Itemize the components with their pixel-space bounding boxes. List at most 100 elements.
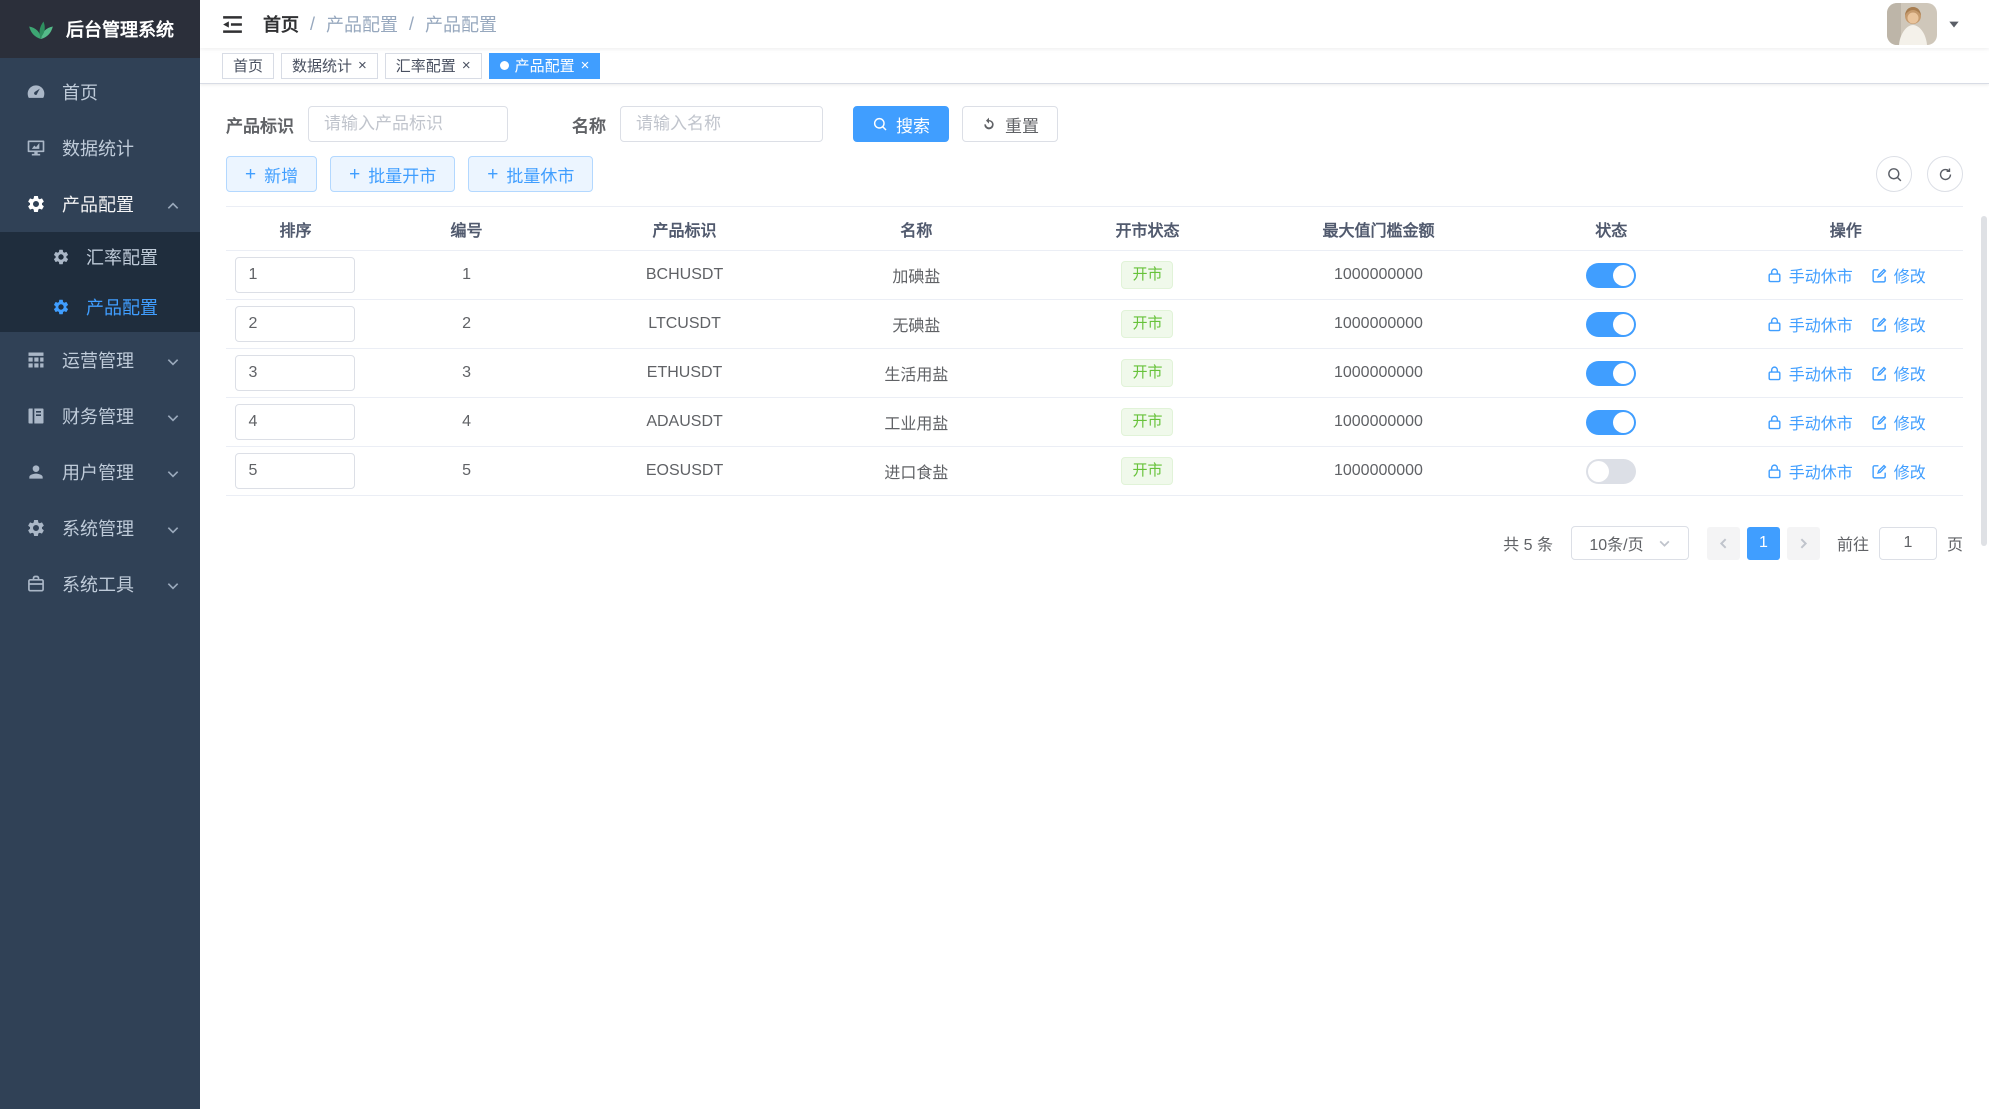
sidebar-item-product-config[interactable]: 产品配置 — [0, 176, 200, 232]
next-page-button[interactable] — [1787, 527, 1820, 560]
sidebar-item-product-config-sub[interactable]: 产品配置 — [0, 282, 200, 332]
search-button[interactable]: 搜索 — [853, 106, 949, 142]
chevron-down-icon — [166, 353, 180, 367]
manual-close-market-link[interactable]: 手动休市 — [1766, 361, 1853, 385]
product-id-input[interactable] — [308, 106, 508, 142]
table-row: 3 ETHUSDT 生活用盐 开市 1000000000 手动休市 修改 — [226, 349, 1963, 398]
sidebar-item-label: 运营管理 — [62, 347, 134, 373]
tab-label: 汇率配置 — [396, 55, 456, 76]
refresh-table-button[interactable] — [1927, 156, 1963, 192]
sort-input[interactable] — [235, 257, 355, 293]
sidebar-item-finance[interactable]: 财务管理 — [0, 388, 200, 444]
page-size-select[interactable]: 10条/页 — [1571, 526, 1689, 560]
tab-product-config[interactable]: 产品配置 × — [489, 53, 601, 79]
sidebar-fold-icon[interactable] — [220, 12, 245, 37]
app-logo[interactable]: 后台管理系统 — [0, 0, 200, 58]
sort-input[interactable] — [235, 306, 355, 342]
market-status-badge: 开市 — [1121, 261, 1173, 289]
edit-link[interactable]: 修改 — [1871, 312, 1926, 336]
name-label: 名称 — [572, 112, 606, 137]
market-status-badge: 开市 — [1121, 310, 1173, 338]
symbol-cell: ADAUSDT — [568, 398, 801, 447]
tab-statistics[interactable]: 数据统计 × — [281, 53, 378, 79]
tab-rate-config[interactable]: 汇率配置 × — [385, 53, 482, 79]
sidebar-item-users[interactable]: 用户管理 — [0, 444, 200, 500]
edit-link[interactable]: 修改 — [1871, 263, 1926, 287]
market-status-badge: 开市 — [1121, 408, 1173, 436]
plus-icon: + — [245, 165, 256, 184]
close-icon[interactable]: × — [462, 58, 471, 73]
manual-close-market-link[interactable]: 手动休市 — [1766, 459, 1853, 483]
pagination-total: 共 5 条 — [1503, 531, 1553, 555]
sidebar-item-label: 首页 — [62, 79, 98, 105]
code-cell: 5 — [365, 447, 568, 496]
product-table: 排序 编号 产品标识 名称 开市状态 最大值门槛金额 状态 操作 1 BCHUS… — [226, 206, 1963, 496]
breadcrumb-separator: / — [409, 14, 414, 35]
status-toggle[interactable] — [1586, 263, 1636, 288]
reset-button[interactable]: 重置 — [962, 106, 1058, 142]
plant-logo-icon — [26, 14, 56, 44]
edit-icon — [1871, 365, 1888, 382]
lock-icon — [1766, 267, 1783, 284]
manual-close-market-link[interactable]: 手动休市 — [1766, 263, 1853, 287]
status-toggle[interactable] — [1586, 410, 1636, 435]
tab-home[interactable]: 首页 — [222, 53, 274, 79]
sidebar-item-label: 汇率配置 — [86, 244, 158, 270]
manual-close-market-link[interactable]: 手动休市 — [1766, 312, 1853, 336]
product-id-label: 产品标识 — [226, 112, 294, 137]
breadcrumb-level2: 产品配置 — [425, 11, 497, 37]
sort-input[interactable] — [235, 453, 355, 489]
status-toggle[interactable] — [1586, 361, 1636, 386]
scrollbar-thumb[interactable] — [1981, 216, 1987, 546]
gear-icon — [52, 298, 70, 316]
sidebar-item-operations[interactable]: 运营管理 — [0, 332, 200, 388]
close-icon[interactable]: × — [358, 58, 367, 73]
chevron-down-icon — [1658, 537, 1671, 550]
edit-icon — [1871, 267, 1888, 284]
edit-link[interactable]: 修改 — [1871, 410, 1926, 434]
column-header-max-threshold: 最大值门槛金额 — [1263, 207, 1494, 251]
search-icon — [872, 116, 888, 132]
sidebar-item-statistics[interactable]: 数据统计 — [0, 120, 200, 176]
batch-close-market-button[interactable]: + 批量休市 — [468, 156, 593, 192]
column-header-market-status: 开市状态 — [1032, 207, 1263, 251]
name-cell: 生活用盐 — [801, 349, 1032, 398]
manual-close-market-link[interactable]: 手动休市 — [1766, 410, 1853, 434]
status-toggle[interactable] — [1586, 312, 1636, 337]
sidebar-item-system[interactable]: 系统管理 — [0, 500, 200, 556]
goto-label: 前往 — [1837, 531, 1869, 555]
page-unit-label: 页 — [1947, 531, 1963, 555]
column-header-code: 编号 — [365, 207, 568, 251]
column-header-actions: 操作 — [1728, 207, 1963, 251]
breadcrumb-home[interactable]: 首页 — [263, 11, 299, 37]
edit-link[interactable]: 修改 — [1871, 459, 1926, 483]
goto-page-input[interactable] — [1879, 527, 1937, 560]
edit-link[interactable]: 修改 — [1871, 361, 1926, 385]
edit-icon — [1871, 463, 1888, 480]
lock-icon — [1766, 414, 1783, 431]
sidebar-item-tools[interactable]: 系统工具 — [0, 556, 200, 612]
grid-icon — [26, 350, 46, 370]
user-icon — [26, 462, 46, 482]
close-icon[interactable]: × — [581, 58, 590, 73]
prev-page-button[interactable] — [1707, 527, 1740, 560]
toggle-search-button[interactable] — [1876, 156, 1912, 192]
sort-input[interactable] — [235, 355, 355, 391]
sidebar-item-label: 系统管理 — [62, 515, 134, 541]
lock-icon — [1766, 316, 1783, 333]
sort-input[interactable] — [235, 404, 355, 440]
name-input[interactable] — [620, 106, 823, 142]
status-toggle[interactable] — [1586, 459, 1636, 484]
sidebar-item-rate-config[interactable]: 汇率配置 — [0, 232, 200, 282]
user-avatar[interactable] — [1887, 3, 1937, 45]
max-threshold-cell: 1000000000 — [1263, 300, 1494, 349]
chevron-up-icon — [166, 197, 180, 211]
chevron-down-icon[interactable] — [1947, 17, 1961, 31]
lock-icon — [1766, 365, 1783, 382]
batch-open-market-button[interactable]: + 批量开市 — [330, 156, 455, 192]
sidebar-item-home[interactable]: 首页 — [0, 64, 200, 120]
page-number-button[interactable]: 1 — [1747, 527, 1780, 560]
add-button[interactable]: + 新增 — [226, 156, 317, 192]
tab-label: 产品配置 — [515, 55, 575, 76]
search-icon — [1886, 166, 1903, 183]
